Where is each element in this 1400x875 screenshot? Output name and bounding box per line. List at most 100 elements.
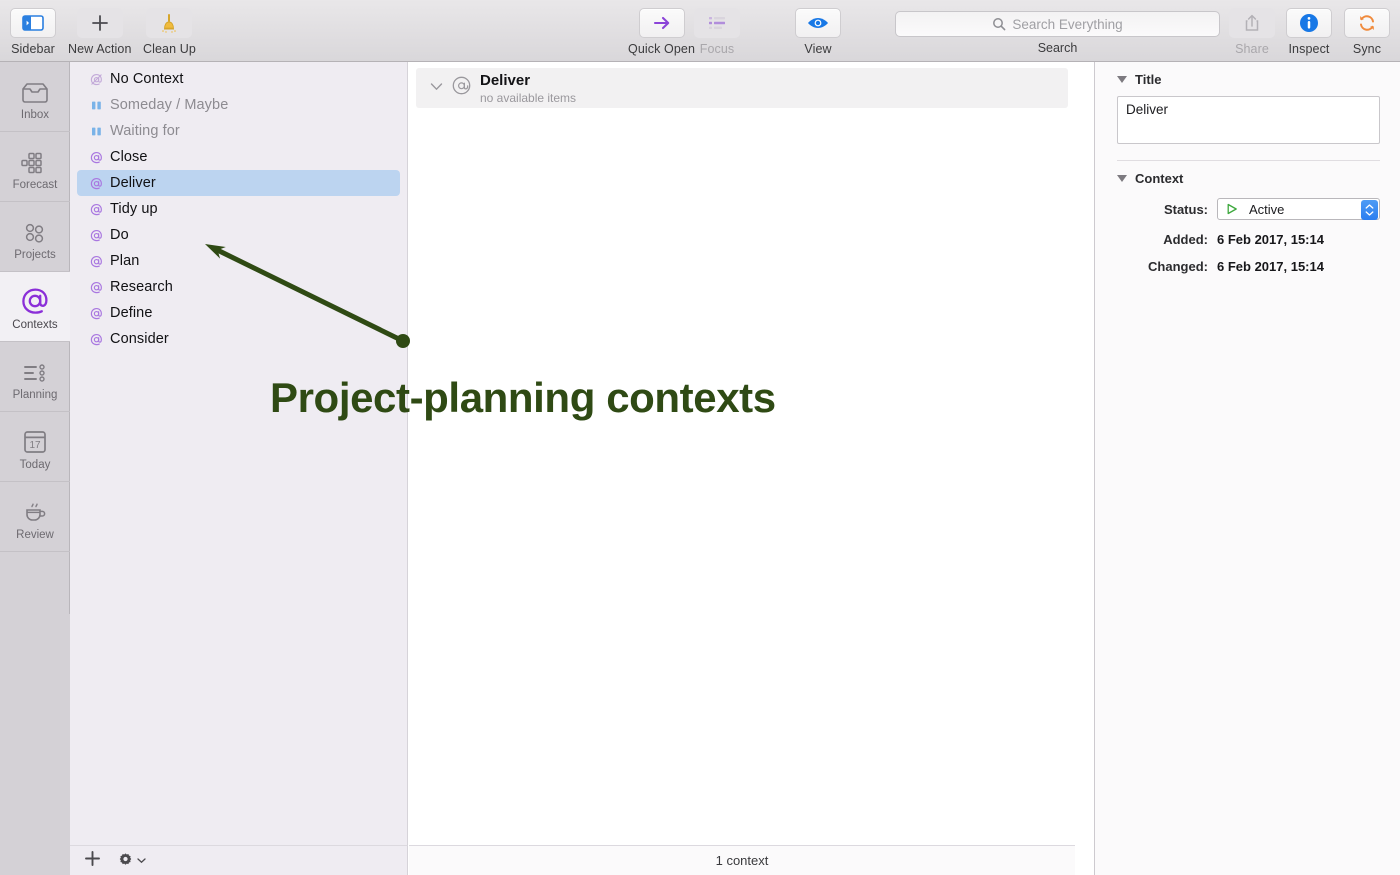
context-list-item[interactable]: Waiting for bbox=[77, 118, 400, 144]
inspector-section-title-header[interactable]: Title bbox=[1095, 62, 1400, 87]
status-label: Status: bbox=[1163, 201, 1208, 217]
content-pane: Deliver no available items bbox=[409, 62, 1075, 845]
context-list-item-label: No Context bbox=[110, 71, 184, 87]
chevron-down-icon bbox=[137, 858, 146, 864]
search-field-wrapper[interactable]: Search Everything bbox=[895, 11, 1220, 37]
context-list-item[interactable]: Someday / Maybe bbox=[77, 92, 400, 118]
context-list-rows: No Context Someday / Maybe Waiting for C… bbox=[70, 66, 407, 352]
disclosure-triangle-down-icon[interactable] bbox=[1117, 76, 1127, 83]
context-list-item[interactable]: Do bbox=[77, 222, 400, 248]
disclosure-triangle-down-icon[interactable] bbox=[430, 79, 443, 97]
context-list-item[interactable]: Plan bbox=[77, 248, 400, 274]
sidebar-item-projects[interactable]: Projects bbox=[0, 202, 70, 272]
sidebar-item-contexts[interactable]: Contexts bbox=[0, 272, 70, 342]
context-list-item[interactable]: No Context bbox=[77, 66, 400, 92]
at-crossed-icon bbox=[89, 73, 103, 86]
added-label: Added: bbox=[1163, 232, 1208, 247]
eye-icon bbox=[808, 18, 828, 28]
coffee-icon bbox=[20, 493, 50, 525]
status-select[interactable]: Active bbox=[1217, 198, 1380, 220]
sidebar-item-inbox[interactable]: Inbox bbox=[0, 62, 70, 132]
toolbar-label-clean-up: Clean Up bbox=[143, 42, 196, 56]
sidebar-item-forecast[interactable]: Forecast bbox=[0, 132, 70, 202]
sync-icon-button[interactable] bbox=[1344, 8, 1390, 38]
group-header-row[interactable]: Deliver no available items bbox=[416, 68, 1068, 108]
clean-up-icon-button[interactable] bbox=[146, 8, 193, 38]
sidebar-label-planning: Planning bbox=[12, 388, 58, 401]
toolbar-label-focus: Focus bbox=[699, 42, 735, 56]
sidebar-item-planning[interactable]: Planning bbox=[0, 342, 70, 412]
toolbar-button-quick-open[interactable]: Quick Open bbox=[628, 8, 695, 56]
title-input[interactable]: Deliver bbox=[1117, 96, 1380, 144]
sidebar-icon-button[interactable] bbox=[10, 8, 56, 38]
sidebar-item-review[interactable]: Review bbox=[0, 482, 70, 552]
add-context-button[interactable] bbox=[84, 850, 101, 872]
status-bar-text: 1 context bbox=[715, 853, 769, 868]
toolbar-button-inspect[interactable]: Inspect bbox=[1286, 8, 1332, 56]
toolbar-button-sidebar[interactable]: Sidebar bbox=[10, 8, 56, 56]
sidebar-label-contexts: Contexts bbox=[12, 318, 58, 331]
inspector-panel: Title Deliver Context Status: Active Add… bbox=[1094, 62, 1400, 875]
broom-icon bbox=[162, 14, 177, 33]
inspector-section-context-header[interactable]: Context bbox=[1095, 161, 1400, 186]
perspective-sidebar: Inbox Forecast Projects Contexts Plannin… bbox=[0, 62, 70, 875]
context-list-item[interactable]: Research bbox=[77, 274, 400, 300]
toolbar-button-view[interactable]: View bbox=[795, 8, 841, 56]
at-icon bbox=[89, 203, 103, 216]
toolbar-label-sync: Sync bbox=[1352, 42, 1382, 56]
changed-field-row: Changed: 6 Feb 2017, 15:14 bbox=[1095, 259, 1400, 274]
inspect-icon-button[interactable] bbox=[1286, 8, 1332, 38]
toolbar-button-sync[interactable]: Sync bbox=[1344, 8, 1390, 56]
plus-icon bbox=[91, 15, 108, 31]
toolbar-label-new-action: New Action bbox=[68, 42, 132, 56]
gear-icon bbox=[119, 853, 132, 865]
group-title: Deliver bbox=[480, 71, 531, 89]
toolbar-label-share: Share bbox=[1235, 42, 1269, 56]
status-value: Active bbox=[1249, 201, 1285, 217]
at-icon bbox=[89, 255, 103, 268]
at-icon bbox=[89, 281, 103, 294]
at-circle-icon bbox=[452, 76, 471, 100]
context-list-item[interactable]: Define bbox=[77, 300, 400, 326]
new-action-icon-button[interactable] bbox=[76, 8, 123, 38]
sync-icon bbox=[1360, 15, 1374, 31]
search-placeholder: Search Everything bbox=[1012, 16, 1123, 32]
changed-label: Changed: bbox=[1148, 259, 1208, 274]
pause-icon bbox=[89, 126, 103, 137]
view-icon-button[interactable] bbox=[795, 8, 841, 38]
context-list-item-label: Waiting for bbox=[110, 123, 180, 139]
added-field-row: Added: 6 Feb 2017, 15:14 bbox=[1095, 232, 1400, 247]
sidebar-item-today[interactable]: 17 Today bbox=[0, 412, 70, 482]
at-icon bbox=[89, 229, 103, 242]
search-icon bbox=[993, 18, 1006, 31]
search-input[interactable]: Search Everything bbox=[895, 11, 1220, 37]
focus-icon-button[interactable] bbox=[694, 8, 740, 38]
group-subtitle: no available items bbox=[480, 90, 577, 105]
plus-icon bbox=[85, 850, 100, 866]
sidebar-label-projects: Projects bbox=[14, 248, 56, 261]
status-bar: 1 context bbox=[409, 845, 1075, 875]
toolbar-label-view: View bbox=[804, 42, 832, 56]
at-icon bbox=[89, 151, 103, 164]
play-triangle-icon bbox=[1227, 203, 1237, 215]
share-icon-button[interactable] bbox=[1229, 8, 1275, 38]
chevron-down-icon bbox=[1365, 211, 1374, 216]
context-list-item[interactable]: Deliver bbox=[77, 170, 400, 196]
toolbar-label-quick-open: Quick Open bbox=[628, 42, 696, 56]
status-stepper[interactable] bbox=[1361, 200, 1378, 220]
inspector-context-heading: Context bbox=[1135, 171, 1184, 186]
quick-open-icon-button[interactable] bbox=[638, 8, 685, 38]
context-list-item[interactable]: Tidy up bbox=[77, 196, 400, 222]
toolbar-button-focus[interactable]: Focus bbox=[694, 8, 740, 56]
context-list-item[interactable]: Consider bbox=[77, 326, 400, 352]
status-field-row: Status: Active bbox=[1095, 198, 1400, 220]
disclosure-triangle-down-icon[interactable] bbox=[1117, 175, 1127, 182]
context-action-menu-button[interactable] bbox=[117, 852, 146, 869]
inspector-title-heading: Title bbox=[1135, 72, 1162, 87]
context-list-item[interactable]: Close bbox=[77, 144, 400, 170]
arrow-right-icon bbox=[653, 16, 669, 30]
sidebar-label-review: Review bbox=[16, 528, 54, 541]
toolbar-button-share[interactable]: Share bbox=[1229, 8, 1275, 56]
toolbar-button-new-action[interactable]: New Action bbox=[68, 8, 132, 56]
toolbar-button-clean-up[interactable]: Clean Up bbox=[143, 8, 196, 56]
